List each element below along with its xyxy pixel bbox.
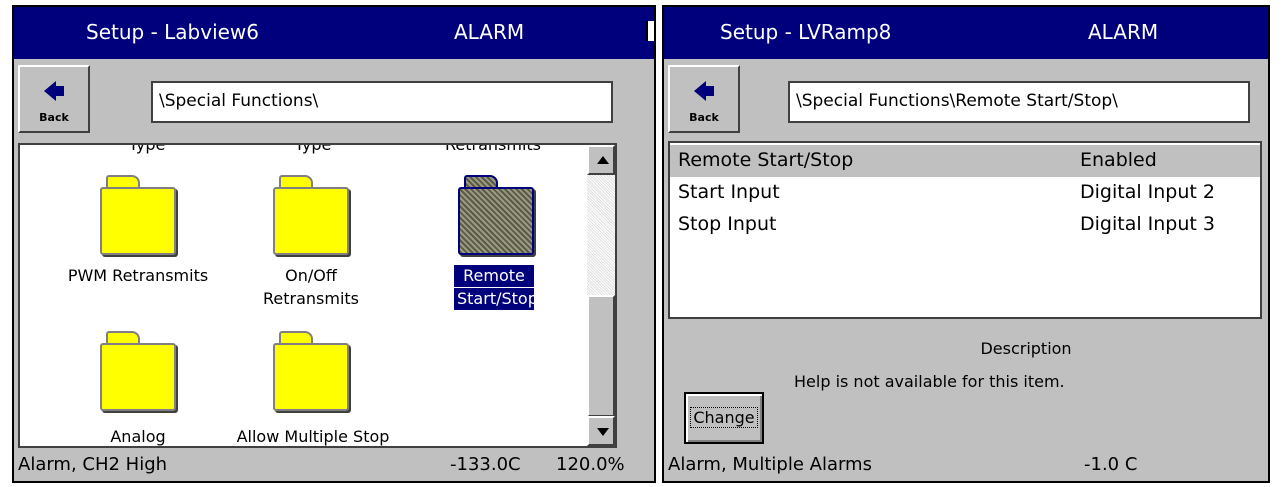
setting-value: Digital Input 3 [1080, 213, 1215, 235]
folder-label-partial: Type [128, 143, 166, 154]
folder-on-off-retransmits-icon[interactable] [273, 175, 349, 255]
folder-label-analog[interactable]: Analog [48, 426, 228, 446]
title-bar: Setup - Labview6 ALARM [14, 7, 654, 59]
alarm-status: Alarm, CH2 High [18, 454, 168, 475]
path-field[interactable]: \Special Functions\ [151, 81, 613, 123]
reading-percent: 120.0% [556, 454, 625, 475]
scroll-track[interactable] [587, 175, 615, 295]
setting-name: Remote Start/Stop [678, 149, 854, 171]
back-label: Back [689, 111, 719, 124]
list-item[interactable]: Remote Start/Stop Enabled [670, 145, 1260, 177]
arrow-up-icon [597, 156, 609, 164]
folder-label-remote[interactable]: Remote [453, 264, 535, 288]
setting-value: Digital Input 2 [1080, 181, 1215, 203]
scroll-thumb[interactable] [587, 295, 615, 417]
mode-label: ALARM [1088, 20, 1159, 44]
window-title: Setup - LVRamp8 [720, 20, 892, 44]
folder-view: Type Type Retransmits PWM Retransmits On… [18, 143, 617, 448]
description-text: Help is not available for this item. [794, 372, 1065, 391]
window-title: Setup - Labview6 [86, 20, 260, 44]
alarm-status: Alarm, Multiple Alarms [668, 454, 872, 475]
folder-label-start-stop[interactable]: Start/Stop [453, 287, 538, 311]
right-setup-window: Setup - LVRamp8 ALARM Back \Special Func… [662, 5, 1270, 483]
arrow-down-icon [597, 428, 609, 436]
description-heading: Description [980, 339, 1072, 358]
folder-label-allow-multiple-stop[interactable]: Allow Multiple Stop [218, 426, 408, 446]
status-bar: Alarm, CH2 High -133.0C 120.0% [14, 449, 654, 481]
reading-value: -133.0C [450, 454, 521, 475]
folder-label-partial: Retransmits [444, 143, 541, 154]
reading-value: -1.0 C [1084, 454, 1138, 475]
change-button[interactable]: Change [684, 392, 764, 444]
folder-pwm-retransmits-icon[interactable] [100, 175, 176, 255]
back-button[interactable]: Back [668, 65, 740, 133]
scroll-down-button[interactable] [587, 416, 615, 446]
back-label: Back [39, 111, 69, 124]
mode-label: ALARM [454, 20, 525, 44]
left-setup-window: Setup - Labview6 ALARM Back \Special Fun… [12, 5, 656, 483]
folder-label-partial: Type [294, 143, 332, 154]
change-label: Change [690, 407, 758, 428]
folder-label-retransmits[interactable]: Retransmits [246, 288, 376, 310]
back-button[interactable]: Back [18, 65, 90, 133]
status-bar: Alarm, Multiple Alarms -1.0 C [664, 449, 1268, 481]
folder-analog-icon[interactable] [100, 331, 176, 411]
folder-remote-start-stop-icon[interactable] [458, 175, 534, 255]
folder-allow-multiple-stop-icon[interactable] [273, 331, 349, 411]
title-bar: Setup - LVRamp8 ALARM [664, 7, 1268, 59]
menu-icon[interactable] [646, 21, 654, 41]
path-field[interactable]: \Special Functions\Remote Start/Stop\ [788, 81, 1250, 123]
folder-label-pwm-retransmits[interactable]: PWM Retransmits [48, 265, 228, 287]
setting-value: Enabled [1080, 149, 1157, 171]
scroll-up-button[interactable] [587, 145, 615, 175]
list-item[interactable]: Start Input Digital Input 2 [670, 177, 1260, 209]
setting-name: Start Input [678, 181, 780, 203]
vertical-scrollbar[interactable] [587, 145, 615, 446]
list-item[interactable]: Stop Input Digital Input 3 [670, 209, 1260, 241]
setting-name: Stop Input [678, 213, 777, 235]
settings-list: Remote Start/Stop Enabled Start Input Di… [668, 141, 1262, 319]
folder-label-on-off[interactable]: On/Off [246, 265, 376, 287]
